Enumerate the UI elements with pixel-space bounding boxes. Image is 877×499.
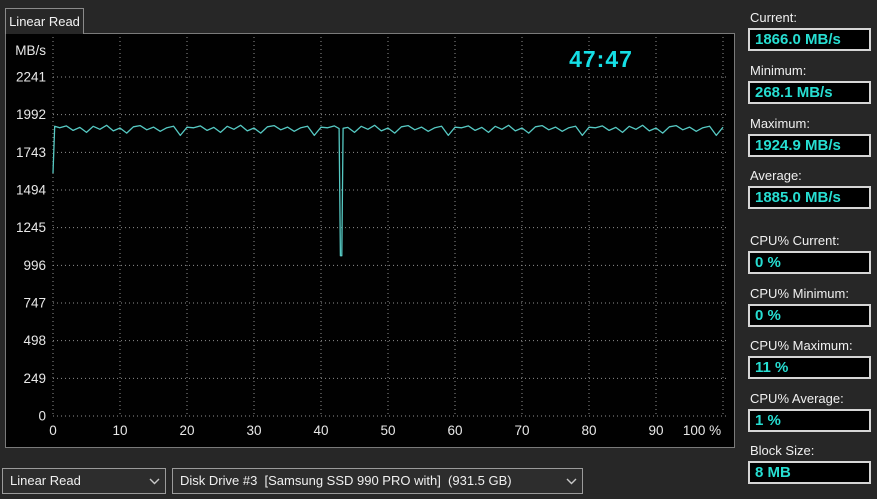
chart-panel: 0 249 498 747 996 1245 1494 1743 1992 2241 MB/s 0 10… [5, 33, 735, 448]
svg-text:0: 0 [49, 423, 57, 438]
chevron-down-icon [143, 478, 165, 485]
stat-value-box: 1885.0 MB/s [748, 186, 871, 209]
svg-text:60: 60 [447, 423, 462, 438]
stat-value-box: 1866.0 MB/s [748, 28, 871, 51]
svg-text:1992: 1992 [16, 107, 46, 122]
chevron-down-icon [560, 478, 582, 485]
stat-value-box: 1924.9 MB/s [748, 134, 871, 157]
stat-label: Average: [750, 168, 802, 183]
stat-label: Minimum: [750, 63, 807, 78]
stat-block-size: Block Size: 8 MB [748, 443, 871, 484]
svg-text:747: 747 [23, 296, 46, 311]
stat-value-box: 268.1 MB/s [748, 81, 871, 104]
tab-linear-read[interactable]: Linear Read [5, 8, 84, 34]
svg-text:249: 249 [23, 371, 46, 386]
stat-cpu-current: CPU% Current: 0 % [748, 233, 871, 274]
test-type-select[interactable]: Linear Read [2, 468, 166, 494]
test-type-value: Linear Read [10, 473, 81, 488]
svg-text:498: 498 [23, 333, 46, 348]
svg-text:20: 20 [179, 423, 194, 438]
stat-cpu-maximum: CPU% Maximum: 11 % [748, 338, 871, 379]
svg-text:1743: 1743 [16, 145, 46, 160]
benchmark-window: { "tab": { "label": "Linear Read" }, "ti… [0, 0, 877, 499]
stat-label: CPU% Average: [750, 391, 844, 406]
stat-cpu-average: CPU% Average: 1 % [748, 391, 871, 432]
svg-text:70: 70 [514, 423, 529, 438]
stat-maximum: Maximum: 1924.9 MB/s [748, 116, 871, 157]
svg-text:30: 30 [246, 423, 261, 438]
svg-text:50: 50 [380, 423, 395, 438]
stat-label: CPU% Current: [750, 233, 840, 248]
stat-label: Block Size: [750, 443, 815, 458]
benchmark-chart: 0 249 498 747 996 1245 1494 1743 1992 2241 MB/s 0 10… [15, 37, 729, 438]
svg-text:40: 40 [313, 423, 328, 438]
stat-value-box: 0 % [748, 304, 871, 327]
svg-text:90: 90 [648, 423, 663, 438]
svg-text:2241: 2241 [16, 70, 46, 85]
stat-current: Current: 1866.0 MB/s [748, 10, 871, 51]
stat-cpu-minimum: CPU% Minimum: 0 % [748, 286, 871, 327]
svg-text:80: 80 [581, 423, 596, 438]
svg-text:0: 0 [38, 409, 46, 424]
svg-text:100 %: 100 % [683, 423, 721, 438]
stat-value-box: 0 % [748, 251, 871, 274]
svg-text:MB/s: MB/s [15, 43, 46, 58]
svg-text:1494: 1494 [16, 183, 47, 198]
stat-label: CPU% Maximum: [750, 338, 853, 353]
drive-select-value: Disk Drive #3 [Samsung SSD 990 PRO with]… [180, 473, 512, 488]
stat-label: CPU% Minimum: [750, 286, 849, 301]
stat-value-box: 1 % [748, 409, 871, 432]
stat-label: Maximum: [750, 116, 810, 131]
stat-label: Current: [750, 10, 797, 25]
svg-text:10: 10 [112, 423, 127, 438]
stat-minimum: Minimum: 268.1 MB/s [748, 63, 871, 104]
drive-select[interactable]: Disk Drive #3 [Samsung SSD 990 PRO with]… [172, 468, 583, 494]
svg-text:1245: 1245 [16, 220, 46, 235]
elapsed-time: 47:47 [569, 46, 633, 72]
stat-average: Average: 1885.0 MB/s [748, 168, 871, 209]
stat-value-box: 11 % [748, 356, 871, 379]
stat-value-box: 8 MB [748, 461, 871, 484]
svg-text:996: 996 [23, 258, 46, 273]
